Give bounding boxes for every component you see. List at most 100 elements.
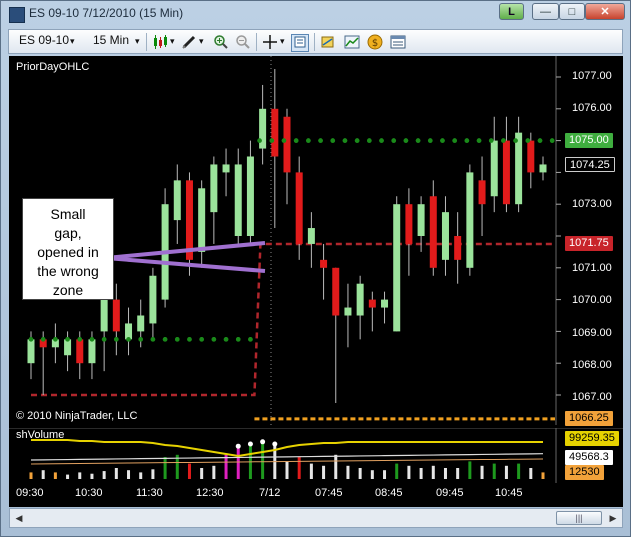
volume-bar bbox=[114, 468, 118, 479]
time-tick: 11:30 bbox=[136, 487, 163, 499]
prior-high-dot bbox=[101, 337, 107, 342]
volume-bar bbox=[443, 468, 447, 479]
annotation-callout[interactable]: Small gap, opened in the wrong zone bbox=[22, 198, 114, 300]
candle-body bbox=[527, 140, 535, 173]
chart-window: ES 09-10 7/12/2010 (15 Min) L — □ ✕ ES 0… bbox=[0, 0, 631, 537]
candle-body bbox=[307, 228, 315, 244]
volume-bar bbox=[200, 468, 204, 479]
volume-panel[interactable]: shVolume 99259.35 49568.3 12530 bbox=[9, 427, 623, 483]
chart-style-icon[interactable] bbox=[344, 34, 360, 50]
annotation-arrow-line bbox=[105, 241, 266, 260]
candle-body bbox=[441, 212, 449, 260]
candle-body bbox=[88, 339, 96, 364]
volume-bar bbox=[90, 473, 94, 479]
volume-bar bbox=[29, 472, 33, 479]
volume-bar bbox=[370, 470, 374, 479]
strategy-icon[interactable] bbox=[320, 34, 336, 50]
maximize-button[interactable]: □ bbox=[559, 3, 585, 20]
volume-chart[interactable] bbox=[9, 427, 623, 483]
toolbar-divider bbox=[146, 33, 147, 51]
prior-high-dot bbox=[391, 138, 397, 143]
prior-low-tag: 1066.25 bbox=[565, 411, 613, 426]
candle-body bbox=[381, 299, 389, 308]
candle-body bbox=[149, 275, 157, 324]
prior-high-dot bbox=[537, 138, 543, 143]
interval-selector[interactable]: 15 Min bbox=[93, 33, 129, 47]
volume-bar bbox=[395, 463, 399, 479]
prior-high-dot bbox=[211, 337, 217, 342]
volume-label: shVolume bbox=[16, 429, 65, 441]
volume-bar bbox=[468, 461, 472, 479]
title-bar[interactable]: ES 09-10 7/12/2010 (15 Min) L — □ ✕ bbox=[1, 1, 631, 27]
zoom-in-icon[interactable] bbox=[213, 34, 229, 50]
candle-body bbox=[295, 172, 303, 244]
toolbar-divider bbox=[256, 33, 257, 51]
price-tick: 1069.00 bbox=[572, 327, 612, 339]
prior-high-dot bbox=[257, 138, 262, 143]
prior-high-dot bbox=[89, 337, 95, 342]
prior-high-dot bbox=[367, 138, 372, 143]
time-axis: 09:30 10:30 11:30 12:30 7/12 07:45 08:45… bbox=[9, 483, 623, 507]
candle-body bbox=[466, 172, 474, 268]
prior-high-dot bbox=[403, 138, 409, 143]
prior-high-dot bbox=[281, 138, 287, 143]
horizontal-scrollbar[interactable]: ◀ ||| ▶ bbox=[9, 508, 623, 528]
pencil-icon[interactable] bbox=[181, 34, 197, 50]
last-price-tag: 1074.25 bbox=[565, 157, 615, 172]
indicator-label: PriorDayOHLC bbox=[16, 61, 90, 73]
candle-body bbox=[246, 156, 254, 236]
candle-body bbox=[125, 323, 133, 340]
data-box-icon[interactable] bbox=[390, 34, 406, 50]
minimize-button[interactable]: — bbox=[532, 3, 559, 20]
prior-high-dot bbox=[306, 138, 311, 143]
prior-close-tag: 1071.75 bbox=[565, 236, 613, 251]
volume-spike-marker bbox=[260, 439, 266, 445]
prior-high-dot bbox=[162, 337, 168, 342]
chevron-down-icon[interactable]: ▾ bbox=[280, 36, 285, 47]
prior-high-dot bbox=[28, 337, 34, 342]
candle-body bbox=[368, 299, 376, 308]
time-tick: 08:45 bbox=[375, 487, 403, 499]
scroll-left-arrow-icon[interactable]: ◀ bbox=[12, 511, 26, 525]
candle-body bbox=[490, 140, 498, 197]
scroll-thumb[interactable]: ||| bbox=[556, 511, 602, 525]
scroll-right-arrow-icon[interactable]: ▶ bbox=[606, 511, 620, 525]
candle-body bbox=[344, 307, 352, 316]
prior-high-dot bbox=[476, 138, 482, 143]
time-tick: 12:30 bbox=[196, 487, 224, 499]
candle-body bbox=[137, 315, 145, 332]
candle-body bbox=[393, 204, 401, 332]
volume-bar bbox=[53, 472, 57, 479]
chart-area[interactable]: PriorDayOHLC © 2010 NinjaTrader, LLC 107… bbox=[9, 56, 623, 507]
volume-bar bbox=[504, 465, 508, 479]
dollar-icon[interactable]: $ bbox=[367, 34, 383, 50]
candle-body bbox=[76, 339, 84, 364]
volume-bar bbox=[41, 470, 45, 479]
link-mode-button[interactable]: L bbox=[499, 3, 524, 20]
candle-body bbox=[478, 180, 486, 205]
price-panel[interactable]: PriorDayOHLC © 2010 NinjaTrader, LLC 107… bbox=[9, 56, 623, 426]
prior-high-dot bbox=[65, 337, 70, 342]
chevron-down-icon[interactable]: ▾ bbox=[199, 36, 204, 47]
close-button[interactable]: ✕ bbox=[585, 3, 625, 20]
properties-icon[interactable] bbox=[291, 34, 309, 52]
prior-high-dot bbox=[114, 337, 119, 342]
volume-mid-line bbox=[30, 453, 544, 461]
prior-high-dot bbox=[379, 138, 384, 143]
chevron-down-icon[interactable]: ▾ bbox=[70, 36, 75, 47]
crosshair-icon[interactable] bbox=[262, 34, 278, 50]
chevron-down-icon[interactable]: ▾ bbox=[170, 36, 175, 47]
chevron-down-icon[interactable]: ▾ bbox=[135, 36, 140, 47]
prior-high-dot bbox=[138, 337, 144, 342]
price-tick: 1068.00 bbox=[572, 359, 612, 371]
instrument-selector[interactable]: ES 09-10 bbox=[19, 33, 69, 47]
prior-high-dot bbox=[525, 138, 531, 143]
annotation-arrow-line bbox=[105, 256, 266, 273]
prior-high-dot bbox=[342, 138, 348, 143]
zoom-out-icon[interactable] bbox=[235, 34, 251, 50]
prior-high-dot bbox=[513, 138, 518, 143]
time-tick: 7/12 bbox=[259, 487, 281, 499]
prior-high-dot bbox=[40, 337, 46, 342]
candlestick-icon[interactable] bbox=[152, 34, 168, 50]
volume-bar bbox=[297, 457, 301, 479]
